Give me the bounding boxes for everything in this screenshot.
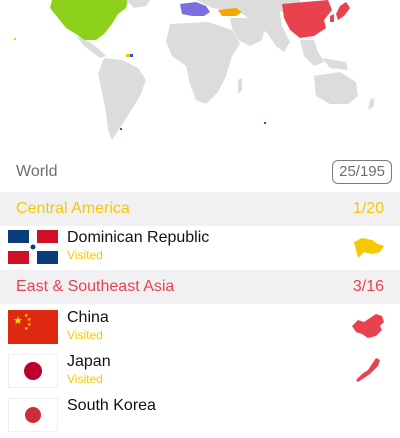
country-row-china[interactable]: ★ ★ ★ ★ ★ China Visited <box>0 306 400 350</box>
china-flag-icon: ★ ★ ★ ★ ★ <box>8 310 58 344</box>
country-name: Dominican Republic <box>67 229 210 246</box>
world-summary: World 25/195 <box>0 152 400 192</box>
map-region-dominican-republic[interactable] <box>126 54 130 57</box>
section-header-central-america[interactable]: Central America 1/20 <box>0 192 400 226</box>
map-region-japan[interactable] <box>336 2 350 20</box>
map-region-greenland <box>126 0 150 8</box>
section-header-east-southeast-asia[interactable]: East & Southeast Asia 3/16 <box>0 270 400 304</box>
svg-text:★: ★ <box>24 326 29 332</box>
country-name: Japan <box>67 353 111 370</box>
visited-status: Visited <box>67 372 103 386</box>
map-region-africa <box>166 22 240 104</box>
country-name: China <box>67 309 109 326</box>
svg-text:★: ★ <box>13 314 23 327</box>
country-row-dominican-republic[interactable]: Dominican Republic Visited <box>0 226 400 270</box>
world-label: World <box>16 163 58 180</box>
visited-status: Visited <box>67 328 103 342</box>
dominican-republic-flag-icon <box>8 230 58 264</box>
map-region-north-america[interactable] <box>50 0 128 40</box>
map-region-australia <box>314 72 358 104</box>
section-count: 3/16 <box>352 278 384 295</box>
japan-flag-icon <box>8 354 58 388</box>
dominican-republic-shape-icon <box>350 232 386 262</box>
country-row-south-korea[interactable]: South Korea <box>0 394 400 438</box>
map-region-korea[interactable] <box>330 14 334 22</box>
japan-shape-icon <box>350 356 386 386</box>
visited-status: Visited <box>67 248 103 262</box>
map-region-south-america <box>98 58 146 140</box>
map-region-southeast-asia <box>300 40 348 70</box>
section-name: East & Southeast Asia <box>16 278 175 295</box>
map-region-china[interactable] <box>282 0 332 38</box>
china-shape-icon <box>350 312 386 342</box>
section-name: Central America <box>16 200 130 217</box>
world-count-badge[interactable]: 25/195 <box>332 160 392 184</box>
world-map[interactable] <box>0 0 400 152</box>
country-row-japan[interactable]: Japan Visited <box>0 350 400 394</box>
south-korea-flag-icon <box>8 398 58 432</box>
section-count: 1/20 <box>352 200 384 217</box>
